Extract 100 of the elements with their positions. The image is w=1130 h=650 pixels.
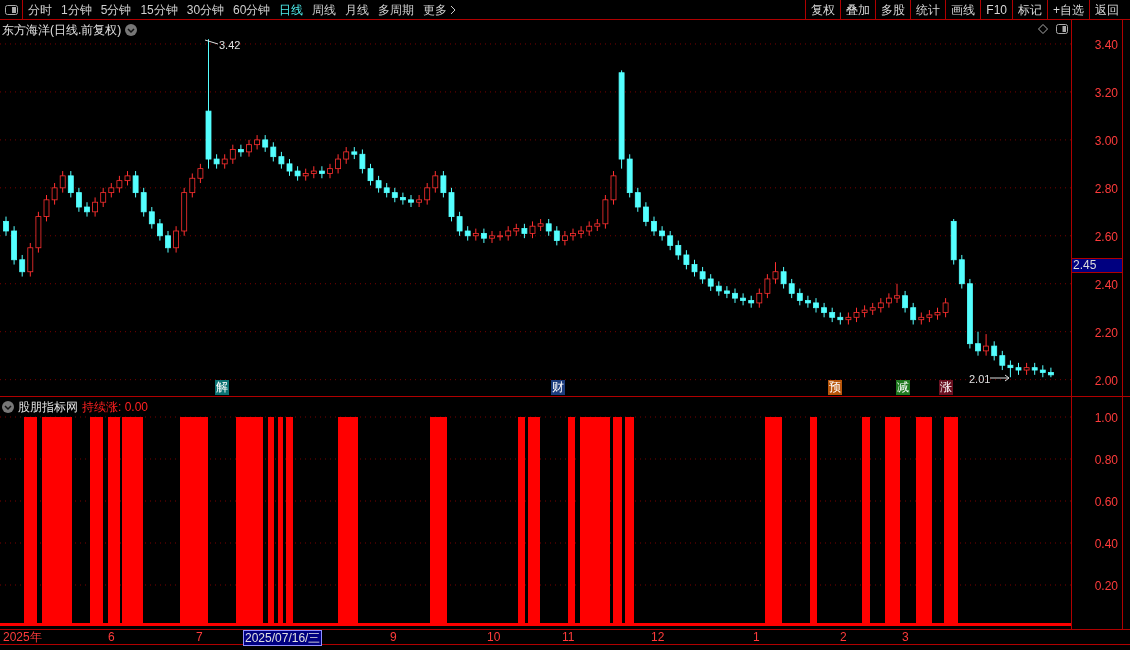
date-tick-label: 10 (487, 630, 501, 644)
indicator-tick-label: 1.00 (1094, 410, 1118, 427)
date-tick-label: 2 (840, 630, 847, 644)
candle (983, 333, 989, 357)
date-tick-label: 11 (562, 630, 575, 644)
candle (562, 230, 568, 246)
indicator-tick-label: 0.20 (1094, 578, 1118, 595)
candle (327, 163, 333, 179)
indicator-tick-label: 0.80 (1094, 452, 1118, 469)
dropdown-icon[interactable] (125, 24, 138, 36)
candle (335, 153, 341, 174)
period-tab[interactable]: 15分钟 (140, 0, 178, 19)
toolbar-button[interactable]: F10 (980, 0, 1012, 19)
price-tick-label: 3.20 (1094, 84, 1118, 102)
date-tick-label: 9 (390, 630, 397, 644)
event-marker[interactable]: 解 (215, 380, 229, 395)
high-price-label: 3.42 (219, 38, 241, 53)
chevron-right-icon (450, 4, 457, 15)
diamond-icon[interactable] (1038, 24, 1048, 34)
price-tick-label: 3.00 (1094, 132, 1118, 150)
candle (732, 288, 738, 304)
period-tab[interactable]: 周线 (312, 0, 337, 19)
candle (319, 165, 325, 179)
price-tick-label: 2.60 (1094, 228, 1118, 246)
candle (967, 278, 973, 349)
current-price-label: 2.45 (1072, 258, 1122, 273)
candle (165, 230, 171, 254)
candle (886, 292, 892, 309)
event-marker[interactable]: 预 (828, 380, 842, 395)
toolbar-button[interactable]: 标记 (1012, 0, 1047, 19)
dropdown-icon[interactable] (2, 401, 14, 413)
more-button[interactable]: 更多 (423, 0, 457, 19)
toolbar-button[interactable]: +自选 (1047, 0, 1089, 19)
candle (408, 194, 414, 208)
indicator-name: 股朋指标网 (18, 399, 78, 416)
toolbar-button[interactable]: 统计 (910, 0, 946, 19)
date-tick-label: 3 (902, 630, 909, 644)
candle (821, 302, 827, 318)
candle (659, 225, 665, 242)
candle (489, 230, 495, 244)
candle (578, 225, 584, 239)
candle (570, 228, 576, 242)
period-tab[interactable]: 分时 (28, 0, 52, 19)
period-tab[interactable]: 5分钟 (100, 0, 132, 19)
price-tick-label: 2.00 (1094, 372, 1118, 390)
panel-toggle-icon (4, 4, 18, 15)
toolbar-button[interactable]: 返回 (1089, 0, 1124, 19)
indicator-tick-label: 0.60 (1094, 494, 1118, 511)
candle (975, 331, 981, 357)
candle (740, 292, 746, 306)
candle (416, 194, 422, 208)
price-tick-label: 2.20 (1094, 324, 1118, 342)
period-tab[interactable]: 日线 (279, 0, 304, 19)
candle (76, 187, 82, 213)
price-tick-label: 2.80 (1094, 180, 1118, 198)
candle (157, 218, 163, 242)
candle (724, 285, 730, 299)
candle (481, 228, 487, 244)
date-tick-label: 1 (753, 630, 760, 644)
candle (651, 216, 657, 237)
period-tab[interactable]: 1分钟 (61, 0, 92, 19)
event-marker[interactable]: 涨 (939, 380, 953, 395)
cursor-date-label: 2025/07/16/三 (243, 630, 323, 646)
event-marker[interactable]: 减 (896, 380, 910, 395)
candle (254, 134, 260, 150)
period-tab[interactable]: 30分钟 (186, 0, 225, 19)
candle (813, 297, 819, 313)
period-tab[interactable]: 60分钟 (233, 0, 271, 19)
toolbar-button[interactable]: 复权 (805, 0, 841, 19)
candle (1048, 367, 1054, 378)
date-tick-label: 12 (651, 630, 665, 644)
candle (902, 290, 908, 313)
candle (173, 225, 179, 254)
low-price-label: 2.01 (969, 372, 991, 387)
event-marker[interactable]: 财 (551, 380, 565, 395)
candle (238, 144, 244, 158)
candle (805, 295, 811, 309)
indicator-tick-label: 0.40 (1094, 536, 1118, 553)
candle (643, 201, 649, 227)
toolbar-button[interactable]: 多股 (875, 0, 911, 19)
candle (894, 283, 900, 304)
candle (246, 139, 252, 158)
candle (92, 196, 98, 218)
chart-title: 东方海洋(日线.前复权) (2, 22, 122, 39)
price-tick-label: 3.40 (1094, 36, 1118, 54)
date-tick-label: 7 (196, 630, 203, 644)
period-tab[interactable]: 多周期 (378, 0, 415, 19)
indicator-value: 持续涨: 0.00 (82, 399, 149, 416)
candle (400, 192, 406, 206)
date-tick-label: 2025年 (3, 630, 42, 644)
candle (497, 230, 503, 242)
candle (3, 216, 9, 237)
toolbar-button[interactable]: 画线 (945, 0, 981, 19)
panel-toggle-icon[interactable] (1056, 24, 1068, 34)
toolbar-button[interactable]: 叠加 (840, 0, 876, 19)
candle (84, 201, 90, 218)
price-tick-label: 2.40 (1094, 276, 1118, 294)
period-tab[interactable]: 月线 (345, 0, 370, 19)
date-tick-label: 6 (108, 630, 115, 644)
arrow-icon (990, 374, 1010, 382)
